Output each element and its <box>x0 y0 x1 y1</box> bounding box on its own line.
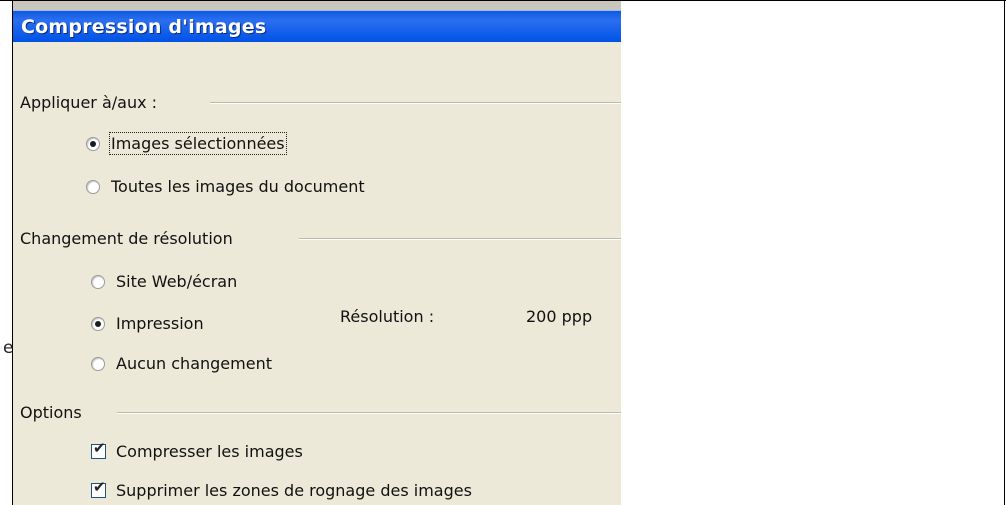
radio-selected-images-label: Images sélectionnées <box>109 132 287 155</box>
radio-selected-images[interactable]: Images sélectionnées <box>86 132 287 155</box>
apply-to-group-label: Appliquer à/aux : <box>20 93 158 112</box>
checkbox-compress-images[interactable]: ✔ Compresser les images <box>91 439 303 461</box>
options-group-divider <box>117 412 621 414</box>
apply-to-group-divider <box>210 102 621 104</box>
checkbox-delete-cropped-areas[interactable]: ✔ Supprimer les zones de rognage des ima… <box>91 478 472 500</box>
radio-no-change-label: Aucun changement <box>116 354 272 373</box>
radio-no-change[interactable]: Aucun changement <box>91 354 272 373</box>
radio-web-screen-label: Site Web/écran <box>116 272 238 291</box>
document-frame-right <box>1004 0 1005 505</box>
resolution-group-divider <box>299 238 621 240</box>
radio-button-icon[interactable] <box>86 179 100 194</box>
radio-button-icon[interactable] <box>91 274 105 289</box>
radio-button-icon[interactable] <box>86 136 100 151</box>
options-group-label: Options <box>20 403 82 422</box>
compress-images-dialog: Compression d'images Appliquer à/aux : I… <box>13 1 621 505</box>
checkbox-delete-cropped-areas-label: Supprimer les zones de rognage des image… <box>116 481 472 500</box>
resolution-label: Résolution : <box>340 307 435 326</box>
dialog-title-bar[interactable]: Compression d'images <box>13 10 621 42</box>
resolution-group-label: Changement de résolution <box>20 229 233 248</box>
radio-print-label: Impression <box>116 314 204 333</box>
radio-button-icon[interactable] <box>91 316 105 331</box>
window-above-strip <box>13 1 621 10</box>
background-text-fragment: e <box>3 338 14 358</box>
checkbox-icon[interactable]: ✔ <box>91 439 106 459</box>
radio-web-screen[interactable]: Site Web/écran <box>91 272 237 291</box>
checkmark-icon: ✔ <box>93 478 106 496</box>
radio-print[interactable]: Impression <box>91 314 204 333</box>
checkbox-icon[interactable]: ✔ <box>91 478 106 498</box>
checkmark-icon: ✔ <box>93 439 106 457</box>
radio-all-images-label: Toutes les images du document <box>111 177 365 196</box>
checkbox-compress-images-label: Compresser les images <box>116 442 303 461</box>
dialog-title: Compression d'images <box>21 16 267 38</box>
radio-all-images[interactable]: Toutes les images du document <box>86 177 365 196</box>
resolution-value: 200 ppp <box>526 307 593 326</box>
radio-button-icon[interactable] <box>91 356 105 371</box>
